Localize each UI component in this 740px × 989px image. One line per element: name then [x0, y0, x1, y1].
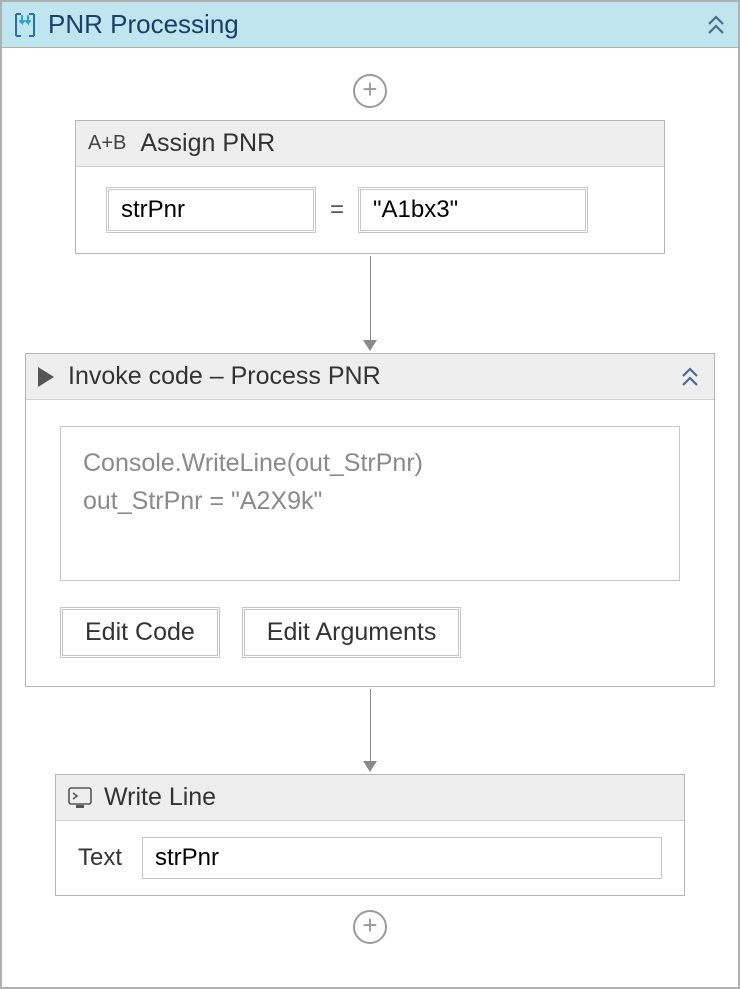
- edit-code-button[interactable]: Edit Code: [60, 607, 220, 658]
- assign-title: Assign PNR: [140, 129, 652, 158]
- sequence-body: A+B Assign PNR strPnr = "A1bx3" Invoke c…: [2, 48, 738, 987]
- sequence-icon: [12, 12, 38, 38]
- sequence-title: PNR Processing: [42, 9, 704, 40]
- invoke-code-activity[interactable]: Invoke code – Process PNR Console.WriteL…: [25, 353, 715, 687]
- code-preview-box[interactable]: Console.WriteLine(out_StrPnr) out_StrPnr…: [60, 426, 680, 581]
- assign-body: strPnr = "A1bx3": [76, 167, 664, 253]
- assign-value-input[interactable]: "A1bx3": [358, 187, 588, 233]
- invoke-buttons-row: Edit Code Edit Arguments: [60, 607, 680, 658]
- write-line-text-input[interactable]: strPnr: [142, 837, 662, 879]
- code-line: Console.WriteLine(out_StrPnr): [83, 445, 657, 483]
- write-line-title: Write Line: [104, 783, 672, 812]
- collapse-icon[interactable]: [704, 13, 728, 37]
- invoke-title: Invoke code – Process PNR: [68, 362, 678, 391]
- assign-prefix-label: A+B: [88, 132, 126, 155]
- flow-connector: [363, 256, 377, 351]
- flow-connector: [363, 689, 377, 772]
- code-line: out_StrPnr = "A2X9k": [83, 483, 657, 521]
- triangle-icon: [38, 367, 54, 387]
- console-icon: [68, 787, 92, 809]
- invoke-body: Console.WriteLine(out_StrPnr) out_StrPnr…: [26, 400, 714, 686]
- add-activity-top-button[interactable]: [353, 74, 387, 108]
- equals-label: =: [330, 196, 344, 224]
- assign-activity[interactable]: A+B Assign PNR strPnr = "A1bx3": [75, 120, 665, 254]
- edit-arguments-button[interactable]: Edit Arguments: [242, 607, 462, 658]
- write-line-body: Text strPnr: [56, 821, 684, 895]
- collapse-icon[interactable]: [678, 365, 702, 389]
- write-line-activity[interactable]: Write Line Text strPnr: [55, 774, 685, 896]
- sequence-container: PNR Processing A+B Assign PNR strPnr = "…: [0, 0, 740, 989]
- add-activity-bottom-button[interactable]: [353, 910, 387, 944]
- write-line-header[interactable]: Write Line: [56, 775, 684, 821]
- invoke-header[interactable]: Invoke code – Process PNR: [26, 354, 714, 400]
- assign-to-input[interactable]: strPnr: [106, 187, 316, 233]
- sequence-header[interactable]: PNR Processing: [2, 2, 738, 48]
- write-line-text-label: Text: [78, 844, 122, 872]
- assign-header[interactable]: A+B Assign PNR: [76, 121, 664, 167]
